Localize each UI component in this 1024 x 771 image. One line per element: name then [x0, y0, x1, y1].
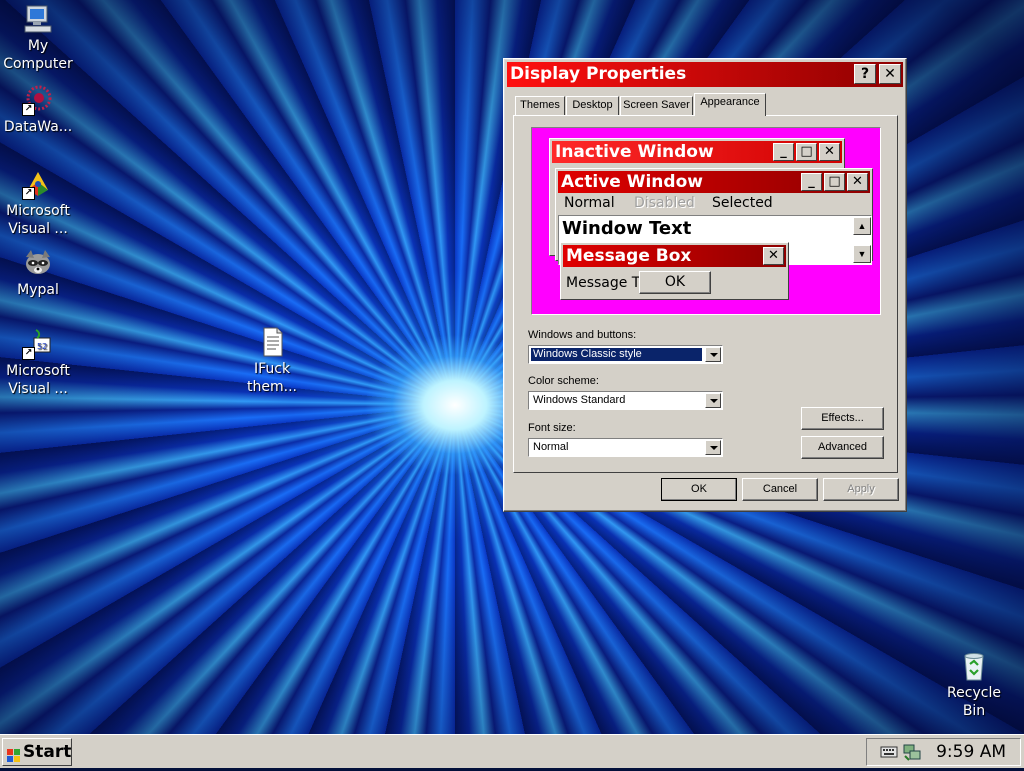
preview-inactive-title: Inactive Window _ □ ✕ [552, 141, 842, 163]
apply-button[interactable]: Apply [823, 478, 899, 501]
tab-themes[interactable]: Themes [515, 96, 565, 115]
desktop-icon-text-document[interactable]: IFuck them... [234, 326, 310, 396]
desktop-icon-microsoft-visual-2[interactable]: 52 ↗ Microsoft Visual ... [0, 328, 76, 398]
appearance-preview: Inactive Window _ □ ✕ Active Window _ □ … [531, 127, 881, 315]
shortcut-arrow-icon: ↗ [22, 187, 35, 200]
preview-active-title: Active Window _ □ ✕ [558, 171, 870, 193]
windows-buttons-select[interactable]: Windows Classic style [528, 345, 723, 364]
color-scheme-label: Color scheme: [528, 375, 599, 387]
help-button[interactable]: ? [854, 64, 876, 84]
dialog-title-bar[interactable]: Display Properties ? ✕ [507, 62, 903, 87]
chevron-down-icon[interactable] [705, 440, 721, 455]
tab-appearance[interactable]: Appearance [694, 93, 766, 116]
preview-menu-selected: Selected [712, 195, 773, 211]
close-button[interactable]: ✕ [879, 64, 901, 84]
my-computer-icon [22, 3, 54, 35]
desktop-icon-datawatch[interactable]: ↗ DataWa... [0, 84, 76, 136]
minimize-icon: _ [773, 143, 794, 161]
minimize-icon: _ [801, 173, 822, 191]
tab-desktop[interactable]: Desktop [566, 96, 619, 115]
preview-menu-normal: Normal [564, 195, 615, 211]
close-icon: ✕ [819, 143, 840, 161]
tab-screen-saver[interactable]: Screen Saver [620, 96, 693, 115]
font-size-label: Font size: [528, 422, 576, 434]
shortcut-arrow-icon: ↗ [22, 103, 35, 116]
svg-text:52: 52 [37, 342, 47, 351]
preview-msgbox-text: Message T [566, 275, 641, 291]
maximize-icon: □ [796, 143, 817, 161]
desktop-icon-my-computer[interactable]: My Computer [0, 3, 76, 73]
recycle-bin-icon [958, 650, 990, 682]
cancel-button[interactable]: Cancel [742, 478, 818, 501]
windows-logo-icon [7, 745, 21, 762]
clock[interactable]: 9:59 AM [936, 739, 1006, 765]
desktop-icon-microsoft-visual-1[interactable]: ↗ Microsoft Visual ... [0, 168, 76, 238]
effects-button[interactable]: Effects... [801, 407, 884, 430]
shortcut-arrow-icon: ↗ [22, 347, 35, 360]
close-icon: ✕ [847, 173, 868, 191]
system-tray: 9:59 AM [866, 738, 1021, 766]
taskbar: Start 9:59 AM [0, 734, 1024, 768]
datawatch-icon: ↗ [22, 84, 54, 116]
preview-message-box: Message Box ✕ Message T OK [560, 242, 789, 300]
close-icon: ✕ [884, 66, 896, 82]
preview-menu-disabled: Disabled [634, 195, 695, 211]
ok-button[interactable]: OK [661, 478, 737, 501]
dialog-title: Display Properties [510, 64, 687, 84]
windows-buttons-value: Windows Classic style [531, 348, 702, 361]
chevron-down-icon[interactable] [705, 347, 721, 362]
color-scheme-select[interactable]: Windows Standard [528, 391, 723, 410]
scroll-down-icon: ▼ [853, 245, 871, 263]
network-icon[interactable] [902, 742, 922, 762]
font-size-value: Normal [533, 441, 569, 453]
preview-msgbox-title: Message Box ✕ [563, 245, 786, 267]
close-icon: ✕ [763, 247, 784, 265]
start-label: Start [23, 742, 72, 762]
start-button[interactable]: Start [2, 738, 72, 766]
mypal-raccoon-icon [22, 247, 54, 279]
visual-studio-icon: ↗ [22, 168, 54, 200]
font-size-select[interactable]: Normal [528, 438, 723, 457]
desktop-icon-recycle-bin[interactable]: Recycle Bin [936, 650, 1012, 720]
preview-msgbox-ok: OK [639, 271, 711, 294]
preview-window-text: Window Text [562, 218, 692, 239]
text-document-icon [256, 326, 288, 358]
advanced-button[interactable]: Advanced [801, 436, 884, 459]
color-scheme-value: Windows Standard [533, 394, 626, 406]
scroll-up-icon: ▲ [853, 217, 871, 235]
chevron-down-icon[interactable] [705, 393, 721, 408]
visual-foxpro-icon: 52 ↗ [22, 328, 54, 360]
display-properties-dialog: Display Properties ? ✕ Themes Desktop Sc… [503, 58, 907, 512]
windows-buttons-label: Windows and buttons: [528, 329, 637, 341]
maximize-icon: □ [824, 173, 845, 191]
desktop-icon-mypal[interactable]: Mypal [0, 247, 76, 299]
keyboard-icon[interactable] [880, 745, 898, 759]
